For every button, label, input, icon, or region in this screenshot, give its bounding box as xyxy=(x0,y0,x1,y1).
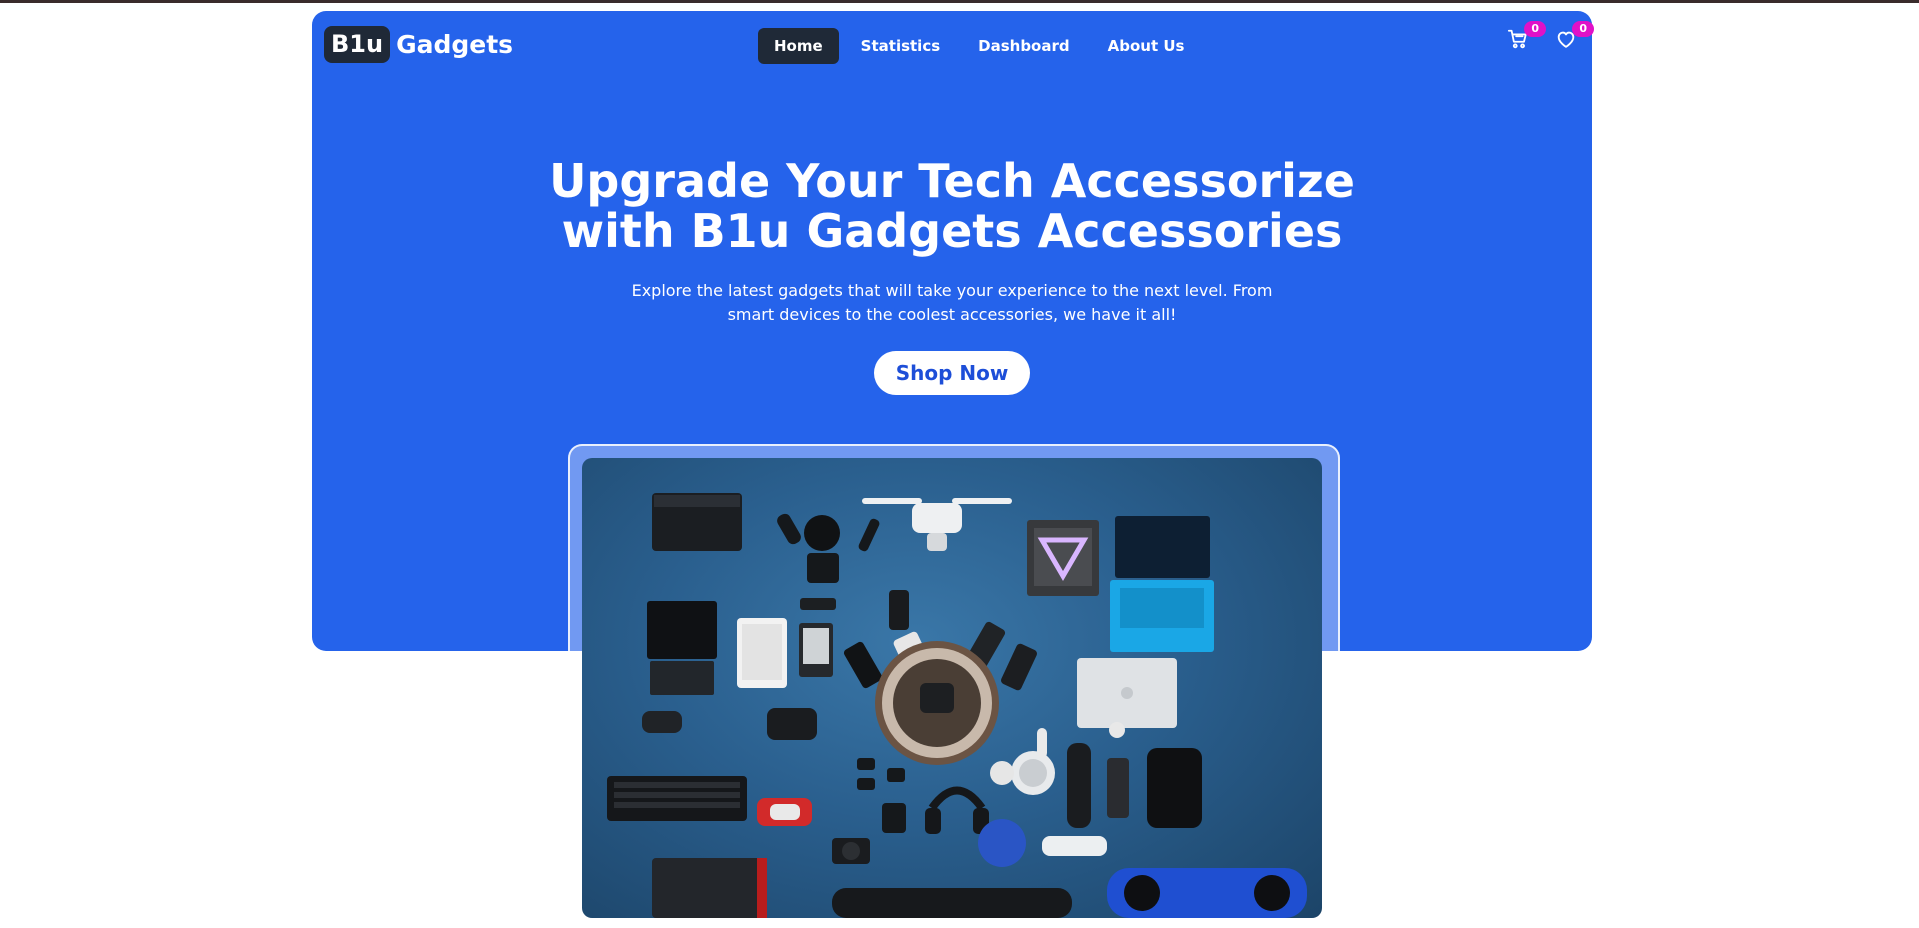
hero-description-line-2: smart devices to the coolest accessories… xyxy=(727,305,1177,324)
wishlist-button[interactable]: 0 xyxy=(1552,21,1594,55)
logo[interactable]: B1u Gadgets xyxy=(324,26,513,63)
shop-now-button[interactable]: Shop Now xyxy=(874,351,1030,395)
nav-dashboard[interactable]: Dashboard xyxy=(962,28,1085,64)
hero-title-line-1: Upgrade Your Tech Accessorize xyxy=(549,154,1355,208)
wishlist-count-badge: 0 xyxy=(1572,21,1594,37)
gadgets-illustration xyxy=(607,493,1307,918)
hero-description-line-1: Explore the latest gadgets that will tak… xyxy=(631,281,1273,300)
nav-home[interactable]: Home xyxy=(758,28,839,64)
nav-icons: 0 0 xyxy=(1504,21,1594,55)
hero-description: Explore the latest gadgets that will tak… xyxy=(602,279,1302,327)
logo-text: Gadgets xyxy=(396,30,514,59)
nav-about-us[interactable]: About Us xyxy=(1092,28,1201,64)
page: B1u Gadgets Home Statistics Dashboard Ab… xyxy=(0,3,1900,928)
hero-title-line-2: with B1u Gadgets Accessories xyxy=(561,204,1343,258)
hero-banner-image xyxy=(582,458,1322,918)
logo-mark: B1u xyxy=(324,26,391,63)
hero-title: Upgrade Your Tech Accessorize with B1u G… xyxy=(312,156,1592,256)
cart-count-badge: 0 xyxy=(1524,21,1546,37)
navbar: B1u Gadgets Home Statistics Dashboard Ab… xyxy=(312,11,1594,81)
nav-statistics[interactable]: Statistics xyxy=(845,28,956,64)
cart-button[interactable]: 0 xyxy=(1504,21,1546,55)
main-menu: Home Statistics Dashboard About Us xyxy=(758,28,1200,64)
